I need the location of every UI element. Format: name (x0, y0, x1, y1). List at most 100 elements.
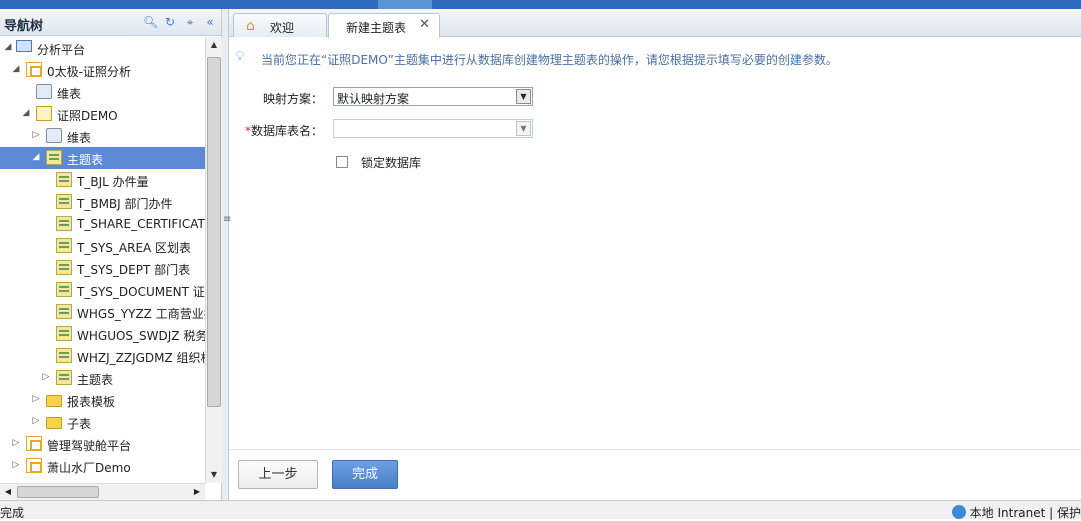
panel-splitter[interactable]: ≡ (222, 9, 231, 500)
close-icon[interactable]: ✕ (419, 17, 430, 32)
tree-item[interactable]: ▷ 萧山水厂Demo (0, 455, 205, 477)
tree-item-label: WHGUOS_SWDJZ 税务 (77, 329, 205, 343)
tab-bar: ⌂ 欢迎 新建主题表 ✕ (229, 9, 1081, 38)
table-name-label: *数据库表名： (239, 122, 323, 139)
table-icon (56, 260, 72, 275)
tree-item-label: T_BJL 办件量 (77, 175, 149, 189)
nav-tree: ◢ 分析平台 ◢ 0太极-证照分析 维表 ◢ 证照DEMO ▷ 维表 ◢ 主题表 (0, 37, 205, 483)
dropdown-arrow-icon[interactable]: ▼ (516, 89, 531, 104)
lock-database-checkbox[interactable] (336, 156, 348, 168)
collapse-arrow-icon[interactable]: ◢ (21, 107, 31, 119)
tree-item[interactable]: T_BJL 办件量 (0, 169, 205, 191)
scroll-thumb[interactable] (207, 57, 221, 407)
lightbulb-icon: 💡︎ (235, 49, 245, 65)
cube-icon (26, 458, 42, 473)
tree-item-label: WHGS_YYZZ 工商营业执 (77, 307, 205, 321)
table-name-label-text: 数据库表名： (250, 124, 323, 138)
tree-item[interactable]: WHGUOS_SWDJZ 税务 (0, 323, 205, 345)
tree-item[interactable]: ▷ 维表 (0, 125, 205, 147)
table-icon (56, 348, 72, 363)
tree-item[interactable]: ▷ 管理驾驶舱平台 (0, 433, 205, 455)
tree-item[interactable]: WHZJ_ZZJGDMZ 组织机 (0, 345, 205, 367)
tab-welcome[interactable]: ⌂ 欢迎 (233, 13, 327, 37)
tree-item-label: 0太极-证照分析 (47, 65, 131, 79)
folder-icon (46, 417, 62, 429)
tree-item[interactable]: T_SHARE_CERTIFICATE (0, 213, 205, 235)
collapse-arrow-icon[interactable]: ◢ (3, 41, 13, 53)
table-icon (56, 194, 72, 209)
collapse-icon[interactable]: « (203, 15, 217, 29)
mapping-label: 映射方案： (262, 92, 323, 106)
tree-item[interactable]: T_SYS_DEPT 部门表 (0, 257, 205, 279)
expand-arrow-icon[interactable]: ▷ (31, 129, 41, 141)
expand-arrow-icon[interactable]: ▷ (11, 437, 21, 449)
cube-icon (26, 436, 42, 451)
folder-icon (46, 395, 62, 407)
tree-item-label: 报表模板 (67, 395, 116, 409)
tree-item-label: 管理驾驶舱平台 (47, 439, 132, 453)
expand-arrow-icon[interactable]: ▷ (31, 415, 41, 427)
tree-item[interactable]: ◢ 分析平台 (0, 37, 205, 59)
scroll-thumb[interactable] (17, 486, 99, 498)
dropdown-arrow-icon[interactable]: ▼ (516, 121, 531, 136)
table-name-select[interactable]: ▼ (333, 119, 533, 138)
scroll-down-icon[interactable]: ▼ (206, 467, 222, 483)
locate-icon[interactable]: ⌖ (183, 15, 197, 29)
security-zone: 本地 Intranet | 保护 (951, 504, 1081, 521)
collapse-arrow-icon[interactable]: ◢ (11, 63, 21, 75)
tree-item[interactable]: ◢ 证照DEMO (0, 103, 205, 125)
scroll-right-icon[interactable]: ▶ (189, 484, 205, 500)
refresh-icon[interactable]: ↻ (163, 15, 177, 29)
tree-item[interactable]: T_SYS_DOCUMENT 证照 (0, 279, 205, 301)
expand-arrow-icon[interactable]: ▷ (11, 459, 21, 471)
tab-new-topic-table[interactable]: 新建主题表 ✕ (328, 13, 440, 38)
nav-title: 导航树 (4, 19, 44, 34)
scroll-left-icon[interactable]: ◀ (0, 484, 16, 500)
scroll-up-icon[interactable]: ▲ (206, 37, 222, 53)
tree-item-label: 萧山水厂Demo (47, 461, 131, 475)
globe-icon (951, 505, 966, 519)
finish-button[interactable]: 完成 (332, 460, 398, 489)
tree-item-label: 子表 (67, 417, 92, 431)
collapse-arrow-icon[interactable]: ◢ (31, 151, 41, 163)
tree-item-label: WHZJ_ZZJGDMZ 组织机 (77, 351, 205, 365)
page-icon (36, 106, 52, 121)
security-zone-text: 本地 Intranet | 保护 (969, 506, 1081, 520)
tree-item[interactable]: ▷ 子表 (0, 411, 205, 433)
banner-highlight (378, 0, 432, 9)
mapping-select[interactable]: 默认映射方案 ▼ (333, 87, 533, 106)
tree-item-selected[interactable]: ◢ 主题表 (0, 147, 205, 169)
expand-arrow-icon[interactable]: ▷ (41, 371, 51, 383)
gear-table-icon (46, 128, 62, 143)
tree-item-label: 分析平台 (37, 43, 86, 57)
tree-item-label: 主题表 (77, 373, 114, 387)
expand-arrow-icon[interactable]: ▷ (31, 393, 41, 405)
status-text: 完成 (0, 506, 25, 520)
table-icon (56, 326, 72, 341)
tree-vertical-scrollbar[interactable]: ▲ ▼ (205, 37, 222, 483)
table-icon (56, 216, 72, 231)
previous-step-button[interactable]: 上一步 (238, 460, 318, 489)
lock-database-label: 锁定数据库 (361, 156, 422, 170)
tree-item[interactable]: ▷ 报表模板 (0, 389, 205, 411)
tree-item[interactable]: T_BMBJ 部门办件 (0, 191, 205, 213)
tree-item-label: T_BMBJ 部门办件 (77, 197, 173, 211)
main-content: ⌂ 欢迎 新建主题表 ✕ 💡︎ 当前您正在“证照DEMO”主题集中进行从数据库创… (229, 9, 1081, 500)
status-bar: 完成 本地 Intranet | 保护 (0, 500, 1081, 521)
tree-item[interactable]: ◢ 0太极-证照分析 (0, 59, 205, 81)
tree-horizontal-scrollbar[interactable]: ◀ ▶ (0, 483, 205, 500)
tree-item[interactable]: 维表 (0, 81, 205, 103)
tree-item[interactable]: T_SYS_AREA 区划表 (0, 235, 205, 257)
nav-toolbar: 🔍︎ ↻ ⌖ « (143, 15, 217, 29)
table-icon (46, 150, 62, 165)
home-icon: ⌂ (246, 18, 255, 34)
tree-item[interactable]: WHGS_YYZZ 工商营业执 (0, 301, 205, 323)
tree-item[interactable]: ▷ 主题表 (0, 367, 205, 389)
monitor-icon (16, 40, 32, 52)
mapping-select-value: 默认映射方案 (337, 92, 410, 106)
cube-icon (26, 62, 42, 77)
tree-item-label: 维表 (57, 87, 82, 101)
nav-panel: 导航树 🔍︎ ↻ ⌖ « ◢ 分析平台 ◢ 0太极-证照分析 维表 ◢ 证照DE… (0, 9, 222, 500)
gear-table-icon (36, 84, 52, 99)
search-icon[interactable]: 🔍︎ (143, 15, 158, 29)
